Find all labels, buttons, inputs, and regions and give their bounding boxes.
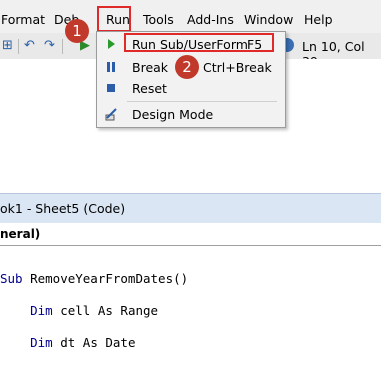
code-window-title-bar: ok1 - Sheet5 (Code)	[0, 193, 381, 224]
menu-item-design-mode[interactable]: Design Mode	[97, 103, 283, 125]
code-keyword: Dim	[0, 335, 53, 350]
menu-format[interactable]: Format	[1, 12, 45, 27]
code-text: RemoveYearFromDates()	[22, 271, 189, 286]
undo-icon[interactable]: ↶	[24, 38, 35, 53]
menu-item-reset[interactable]: Reset	[97, 77, 283, 99]
menu-tools[interactable]: Tools	[143, 12, 174, 27]
menu-item-label: Design Mode	[132, 107, 214, 122]
code-keyword: Dim	[0, 303, 53, 318]
toolbar-separator	[62, 39, 63, 54]
step-badge: 1	[65, 19, 89, 43]
menu-item-label: Break	[132, 60, 169, 75]
run-menu-highlight	[97, 6, 131, 32]
object-combo[interactable]: neral)	[0, 223, 381, 246]
menu-window[interactable]: Window	[244, 12, 293, 27]
run-sub-highlight	[124, 33, 274, 52]
play-icon	[108, 39, 115, 49]
code-line: Dim cell As Range	[0, 303, 381, 319]
menu-help[interactable]: Help	[304, 12, 333, 27]
menu-add-ins[interactable]: Add-Ins	[187, 12, 234, 27]
project-icon[interactable]: ⊞	[2, 38, 13, 53]
code-line: Sub RemoveYearFromDates()	[0, 271, 381, 287]
code-editor[interactable]: Sub RemoveYearFromDates() Dim cell As Ra…	[0, 255, 381, 350]
code-line: Dim dt As Date	[0, 335, 381, 351]
code-text: cell As Range	[52, 303, 159, 318]
redo-icon[interactable]: ↷	[44, 38, 55, 53]
toolbar-separator	[18, 39, 19, 54]
menu-item-label: Reset	[132, 81, 167, 96]
code-window-title: ok1 - Sheet5 (Code)	[0, 201, 126, 216]
design-mode-icon	[105, 108, 117, 121]
menu-item-shortcut: Ctrl+Break	[203, 60, 272, 75]
code-keyword: Sub	[0, 271, 23, 286]
pause-icon	[107, 62, 115, 72]
menu-separator	[127, 101, 277, 102]
step-badge: 2	[175, 55, 199, 79]
code-text: dt As Date	[52, 335, 136, 350]
stop-icon	[107, 84, 115, 92]
menu-bar: Format Deb Run Tools Add-Ins Window Help	[0, 0, 381, 33]
object-combo-value: neral)	[0, 227, 41, 241]
